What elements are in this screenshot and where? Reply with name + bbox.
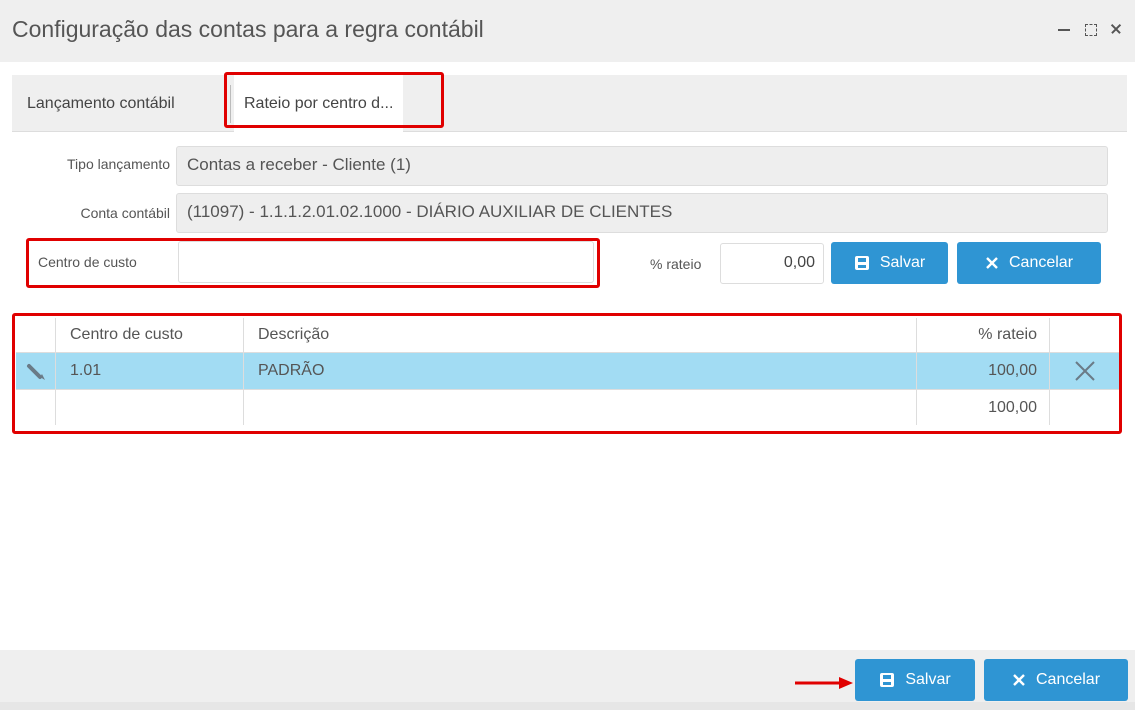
total-cell-descricao — [244, 390, 917, 425]
save-icon — [880, 673, 895, 687]
centro-custo-group: Centro de custo — [26, 238, 600, 288]
close-icon[interactable] — [1109, 22, 1123, 36]
tipo-lancamento-field: Contas a receber - Cliente (1) — [176, 146, 1108, 186]
row-centro-custo: 1.01 — [56, 353, 244, 389]
row-edit-cell[interactable] — [16, 353, 56, 389]
pencil-icon[interactable] — [25, 360, 47, 382]
rateio-table: Centro de custo Descrição % rateio 1.01 … — [16, 318, 1120, 425]
footer-save-label: Salvar — [905, 671, 951, 688]
footer-cancel-button[interactable]: Cancelar — [984, 659, 1128, 701]
table-total-row: 100,00 — [16, 389, 1120, 425]
centro-custo-label: Centro de custo — [38, 254, 137, 270]
total-cell-centro — [56, 390, 244, 425]
window-titlebar: Configuração das contas para a regra con… — [0, 0, 1135, 62]
total-cell-action — [16, 390, 56, 425]
tab-rateio-centro-custo[interactable]: Rateio por centro d... — [234, 75, 404, 133]
tab-strip: Lançamento contábil Rateio por centro d.… — [12, 75, 1127, 133]
tipo-lancamento-label: Tipo lançamento — [67, 156, 170, 172]
cancel-x-icon — [1013, 674, 1025, 686]
form-cancel-label: Cancelar — [1008, 254, 1074, 271]
total-cell-delete — [1050, 390, 1120, 425]
total-rateio: 100,00 — [917, 390, 1050, 425]
window-title: Configuração das contas para a regra con… — [12, 16, 484, 42]
footer-save-button[interactable]: Salvar — [855, 659, 975, 701]
delete-icon[interactable] — [1074, 360, 1096, 382]
form-cancel-button[interactable]: Cancelar — [957, 242, 1101, 284]
table-header: Centro de custo Descrição % rateio — [16, 318, 1120, 353]
window-controls — [1057, 22, 1123, 36]
arrow-icon — [795, 677, 853, 689]
maximize-icon[interactable] — [1083, 22, 1097, 36]
header-cell-delete — [1050, 318, 1120, 352]
header-rateio[interactable]: % rateio — [917, 318, 1050, 352]
header-descricao[interactable]: Descrição — [244, 318, 917, 352]
tab-divider — [230, 85, 231, 123]
row-descricao: PADRÃO — [244, 353, 917, 389]
header-cell-action — [16, 318, 56, 352]
rateio-label: % rateio — [650, 256, 702, 272]
form-save-button[interactable]: Salvar — [831, 242, 948, 284]
centro-custo-input[interactable] — [178, 241, 594, 283]
row-delete-cell[interactable] — [1050, 353, 1120, 389]
row-rateio: 100,00 — [917, 353, 1050, 389]
cancel-x-icon — [986, 257, 998, 269]
rateio-input[interactable]: 0,00 — [720, 243, 824, 284]
conta-contabil-field: (11097) - 1.1.1.2.01.02.1000 - DIÁRIO AU… — [176, 193, 1108, 233]
header-centro-custo[interactable]: Centro de custo — [56, 318, 244, 352]
conta-contabil-label: Conta contábil — [80, 205, 170, 221]
table-row[interactable]: 1.01 PADRÃO 100,00 — [16, 353, 1120, 389]
form-save-label: Salvar — [879, 254, 926, 271]
tab-lancamento-contabil[interactable]: Lançamento contábil — [17, 75, 185, 132]
save-icon — [854, 256, 869, 270]
minimize-icon[interactable] — [1057, 22, 1071, 36]
footer-cancel-label: Cancelar — [1035, 671, 1101, 688]
